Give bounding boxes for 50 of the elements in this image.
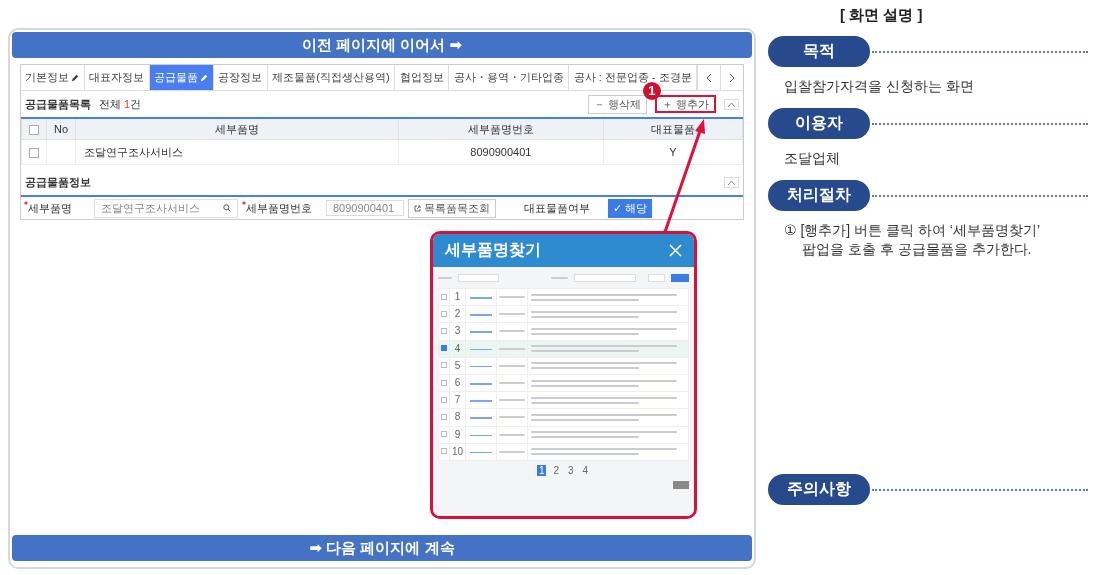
column-header: 대표물품 [603, 118, 743, 140]
table-cell: 8090900401 [398, 139, 604, 165]
field-label: 세부품명번호 [242, 200, 312, 216]
panel-title: [ 화면 설명 ] [840, 6, 924, 25]
row-number: 9 [449, 426, 466, 444]
tab[interactable]: 협업정보 [395, 65, 450, 90]
field-label: 세부품명 [24, 200, 72, 216]
row-number: 10 [449, 443, 466, 461]
page-link[interactable]: 3 [566, 465, 576, 477]
popup-title: 세부품명찾기 [445, 240, 541, 260]
row-number: 7 [449, 391, 466, 409]
tab[interactable]: 기본정보 [21, 65, 85, 90]
continue-banner: 이전 페이지에 이어서 ➡ [12, 32, 752, 58]
toggle-button[interactable]: ✓ 해당 [608, 198, 653, 218]
input-field[interactable]: 조달연구조사서비스 [94, 198, 238, 218]
table-cell: 조달연구조사서비스 [75, 139, 399, 165]
field-label: 대표물품여부 [524, 200, 590, 216]
column-header: No [46, 118, 76, 140]
description-text: 입찰참가자격을 신청하는 화면 [784, 77, 975, 96]
section-heading: 목적 [768, 36, 870, 67]
row-number: 1 [449, 288, 466, 306]
description-text: 팝업을 호출 후 공급물품을 추가한다. [802, 240, 1033, 259]
section-title: 공급물품정보 [25, 174, 91, 190]
section-heading: 처리절차 [768, 180, 870, 211]
tab[interactable]: 공급물품 [149, 65, 214, 90]
tab[interactable]: 대표자정보 [84, 65, 150, 90]
description-text: 조달업체 [784, 149, 841, 168]
section-heading: 이용자 [768, 108, 870, 139]
column-header: 세부품명 [75, 118, 399, 140]
page-link[interactable]: 2 [551, 465, 561, 477]
row-number: 2 [449, 305, 466, 323]
input-field[interactable]: 8090900401 [326, 200, 404, 216]
table-cell: Y [603, 139, 743, 165]
tab[interactable]: 공사・용역・기타업종 [449, 65, 570, 90]
tab[interactable]: 공장정보 [213, 65, 268, 90]
column-header: 세부품명번호 [398, 118, 604, 140]
section-title: 공급물품목록 [25, 96, 91, 112]
row-count: 전체 1건 [99, 96, 142, 112]
row-number: 6 [449, 374, 466, 392]
row-number: 3 [449, 322, 466, 341]
row-button[interactable]: － 행삭제 [587, 94, 647, 114]
page-link[interactable]: 4 [580, 465, 591, 477]
tab[interactable]: 제조물품(직접생산용역) [267, 65, 396, 90]
row-number: 8 [449, 408, 466, 426]
lookup-button[interactable]: 목록품목조회 [408, 198, 496, 218]
row-button[interactable]: ＋ 행추가 [654, 94, 716, 113]
row-number: 5 [449, 357, 466, 375]
description-text: ① [행추가] 버튼 클릭 하여 ‘세부품명찾기’ [784, 221, 1041, 240]
page-link[interactable]: 1 [536, 465, 547, 477]
continue-banner: ➡ 다음 페이지에 계속 [12, 535, 752, 561]
